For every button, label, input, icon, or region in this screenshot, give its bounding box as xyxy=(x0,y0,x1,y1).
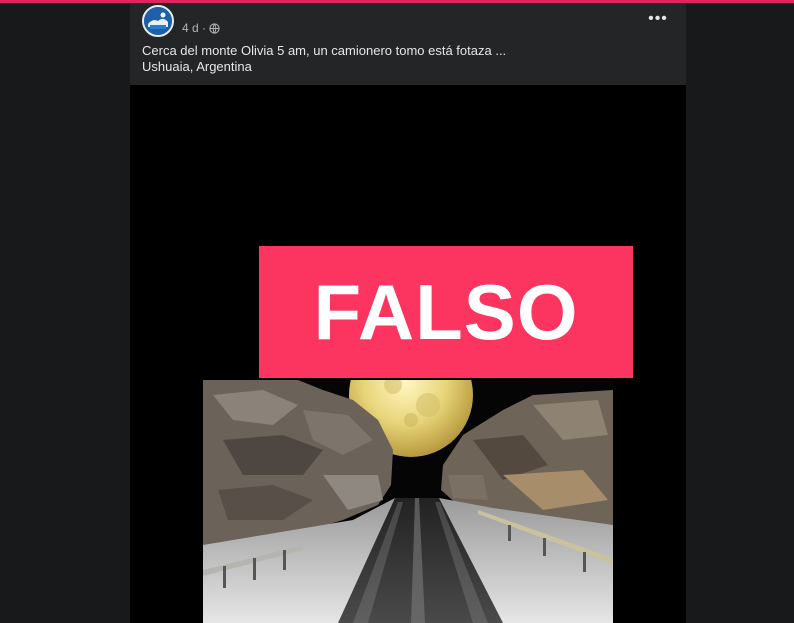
page-avatar[interactable] xyxy=(142,5,174,37)
page: 4 d · ••• Cerca del monte Olivia 5 am, u… xyxy=(0,0,794,623)
post-timestamp[interactable]: 4 d · xyxy=(182,21,206,35)
facebook-post: 4 d · ••• Cerca del monte Olivia 5 am, u… xyxy=(130,3,686,623)
caption-text: Cerca del monte Olivia 5 am, un camioner… xyxy=(142,43,507,58)
avatar-logo-icon xyxy=(144,7,172,35)
post-caption: Cerca del monte Olivia 5 am, un camioner… xyxy=(142,43,672,75)
moon-road-photo xyxy=(203,380,613,623)
globe-icon xyxy=(209,22,220,34)
more-options-icon: ••• xyxy=(648,10,668,27)
more-options-button[interactable]: ••• xyxy=(646,9,670,29)
post-image[interactable]: FALSO xyxy=(130,85,686,623)
falso-stamp: FALSO xyxy=(259,246,633,378)
post-meta: 4 d · xyxy=(182,20,220,36)
caption-location: Ushuaia, Argentina xyxy=(142,59,252,74)
post-header: 4 d · ••• Cerca del monte Olivia 5 am, u… xyxy=(130,3,686,85)
falso-label: FALSO xyxy=(313,267,579,356)
